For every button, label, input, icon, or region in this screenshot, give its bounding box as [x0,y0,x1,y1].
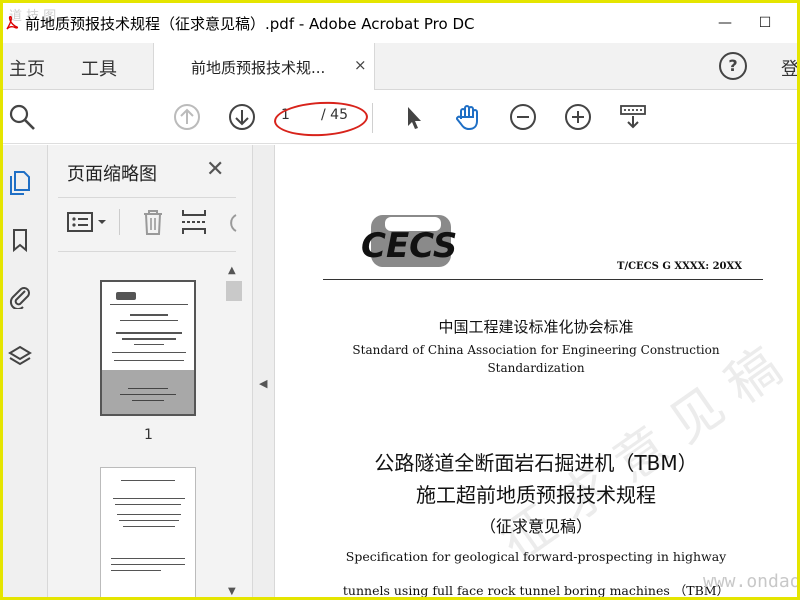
document-page: CECS T/CECS G XXXX: 20XX 中国工程建设标准化协会标准 S… [275,145,797,597]
hand-tool-icon[interactable] [453,102,483,132]
scroll-down-arrow-icon[interactable]: ▼ [228,586,236,597]
subtitle-cn: （征求意见稿） [479,517,592,536]
thumbnail-text-line [111,564,185,565]
thumbnail-text-line [111,570,161,571]
thumbnail-gray-block [102,370,194,414]
toolbar-separator [372,103,373,133]
collapse-panel-arrow-icon[interactable]: ◀ [259,377,267,390]
zoom-in-icon[interactable] [563,102,593,132]
scroll-mode-icon[interactable] [618,102,648,132]
thumbnail-text-line [113,498,185,499]
rotate-icon[interactable] [222,207,238,237]
scroll-thumb[interactable] [226,281,242,301]
site-watermark: www.ondao.com [703,571,800,592]
thumbnail-text-line [114,360,184,361]
logo-text: CECS [361,226,457,266]
title-bar: 道 技 图 前地质预报技术规程（征求意见稿）.pdf - Adobe Acrob… [3,3,797,43]
scroll-up-arrow-icon[interactable]: ▲ [228,265,236,276]
thumbnail-text-line [123,526,175,527]
page-thumbnail-1[interactable] [100,280,196,416]
insert-page-icon[interactable] [180,207,208,237]
tab-bar: 主页 工具 前地质预报技术规... × ? 登 [3,43,797,90]
thumbnail-logo [116,292,136,300]
tab-home[interactable]: 主页 [9,55,45,81]
attachments-icon[interactable] [7,283,33,309]
thumbnail-text-line [117,514,181,515]
page-thumbnails-icon[interactable] [7,169,33,195]
close-panel-button[interactable]: ✕ [206,157,224,182]
zoom-out-icon[interactable] [508,102,538,132]
thumbnail-text-line [120,320,178,321]
thumbnail-panel: 页面缩略图 ✕ ▲ ▼ 1 [48,145,253,597]
thumbnail-text-line [111,558,185,559]
thumbnail-page-number: 1 [144,427,153,443]
options-menu-icon[interactable] [66,207,110,237]
panel-title: 页面缩略图 [67,164,157,185]
minimize-button[interactable]: — [713,11,737,35]
thumbnail-text-line [115,504,181,505]
toolbar: 1 / 45 [3,91,797,144]
layers-icon[interactable] [7,343,33,369]
thumbnail-text-line [134,344,164,345]
document-tab-label: 前地质预报技术规... [191,59,326,77]
title-cn-line1: 公路隧道全断面岩石掘进机（TBM） [374,451,698,475]
tab-document[interactable]: 前地质预报技术规... × [153,43,375,90]
panel-splitter[interactable]: ◀ [253,145,275,597]
page-thumbnail-2[interactable] [100,467,196,597]
delete-page-icon[interactable] [138,207,168,237]
acrobat-window: 道 技 图 前地质预报技术规程（征求意见稿）.pdf - Adobe Acrob… [0,0,800,600]
thumbnail-text-line [112,352,186,353]
bookmarks-icon[interactable] [7,227,33,253]
thumbnail-rule [110,304,188,305]
thumbnail-text-line [130,314,168,316]
thumbnail-text-line [121,480,175,481]
standard-code: T/CECS G XXXX: 20XX [617,261,742,272]
help-button[interactable]: ? [719,52,747,80]
org-name-cn: 中国工程建设标准化协会标准 [438,318,634,336]
previous-page-icon[interactable] [172,102,202,132]
thumbnail-text-line [132,400,164,401]
thumbnail-scrollbar[interactable]: ▲ ▼ [225,261,243,597]
thumbnail-text-line [116,332,182,334]
window-title: 前地质预报技术规程（征求意见稿）.pdf - Adobe Acrobat Pro… [25,15,475,33]
panel-tool-separator [119,209,120,235]
title-cn-line2: 施工超前地质预报技术规程 [416,483,656,507]
maximize-button[interactable]: ☐ [753,11,777,35]
next-page-icon[interactable] [227,102,257,132]
close-tab-button[interactable]: × [354,56,367,74]
panel-divider [58,197,236,198]
cecs-logo: CECS [361,215,465,275]
select-cursor-icon[interactable] [399,102,429,132]
left-navigation-rail [3,145,48,597]
title-en-line1: Specification for geological forward-pro… [345,549,727,564]
sign-in-button[interactable]: 登 [781,55,797,81]
header-rule [323,279,763,280]
zoom-search-icon[interactable] [7,102,37,132]
thumbnail-text-line [122,338,176,340]
red-annotation-ellipse [273,99,369,139]
tab-tools[interactable]: 工具 [81,55,117,81]
thumbnail-text-line [119,520,179,521]
thumbnail-text-line [120,394,176,395]
panel-divider-2 [58,251,236,252]
acrobat-icon [5,15,19,31]
thumbnail-text-line [128,388,168,389]
